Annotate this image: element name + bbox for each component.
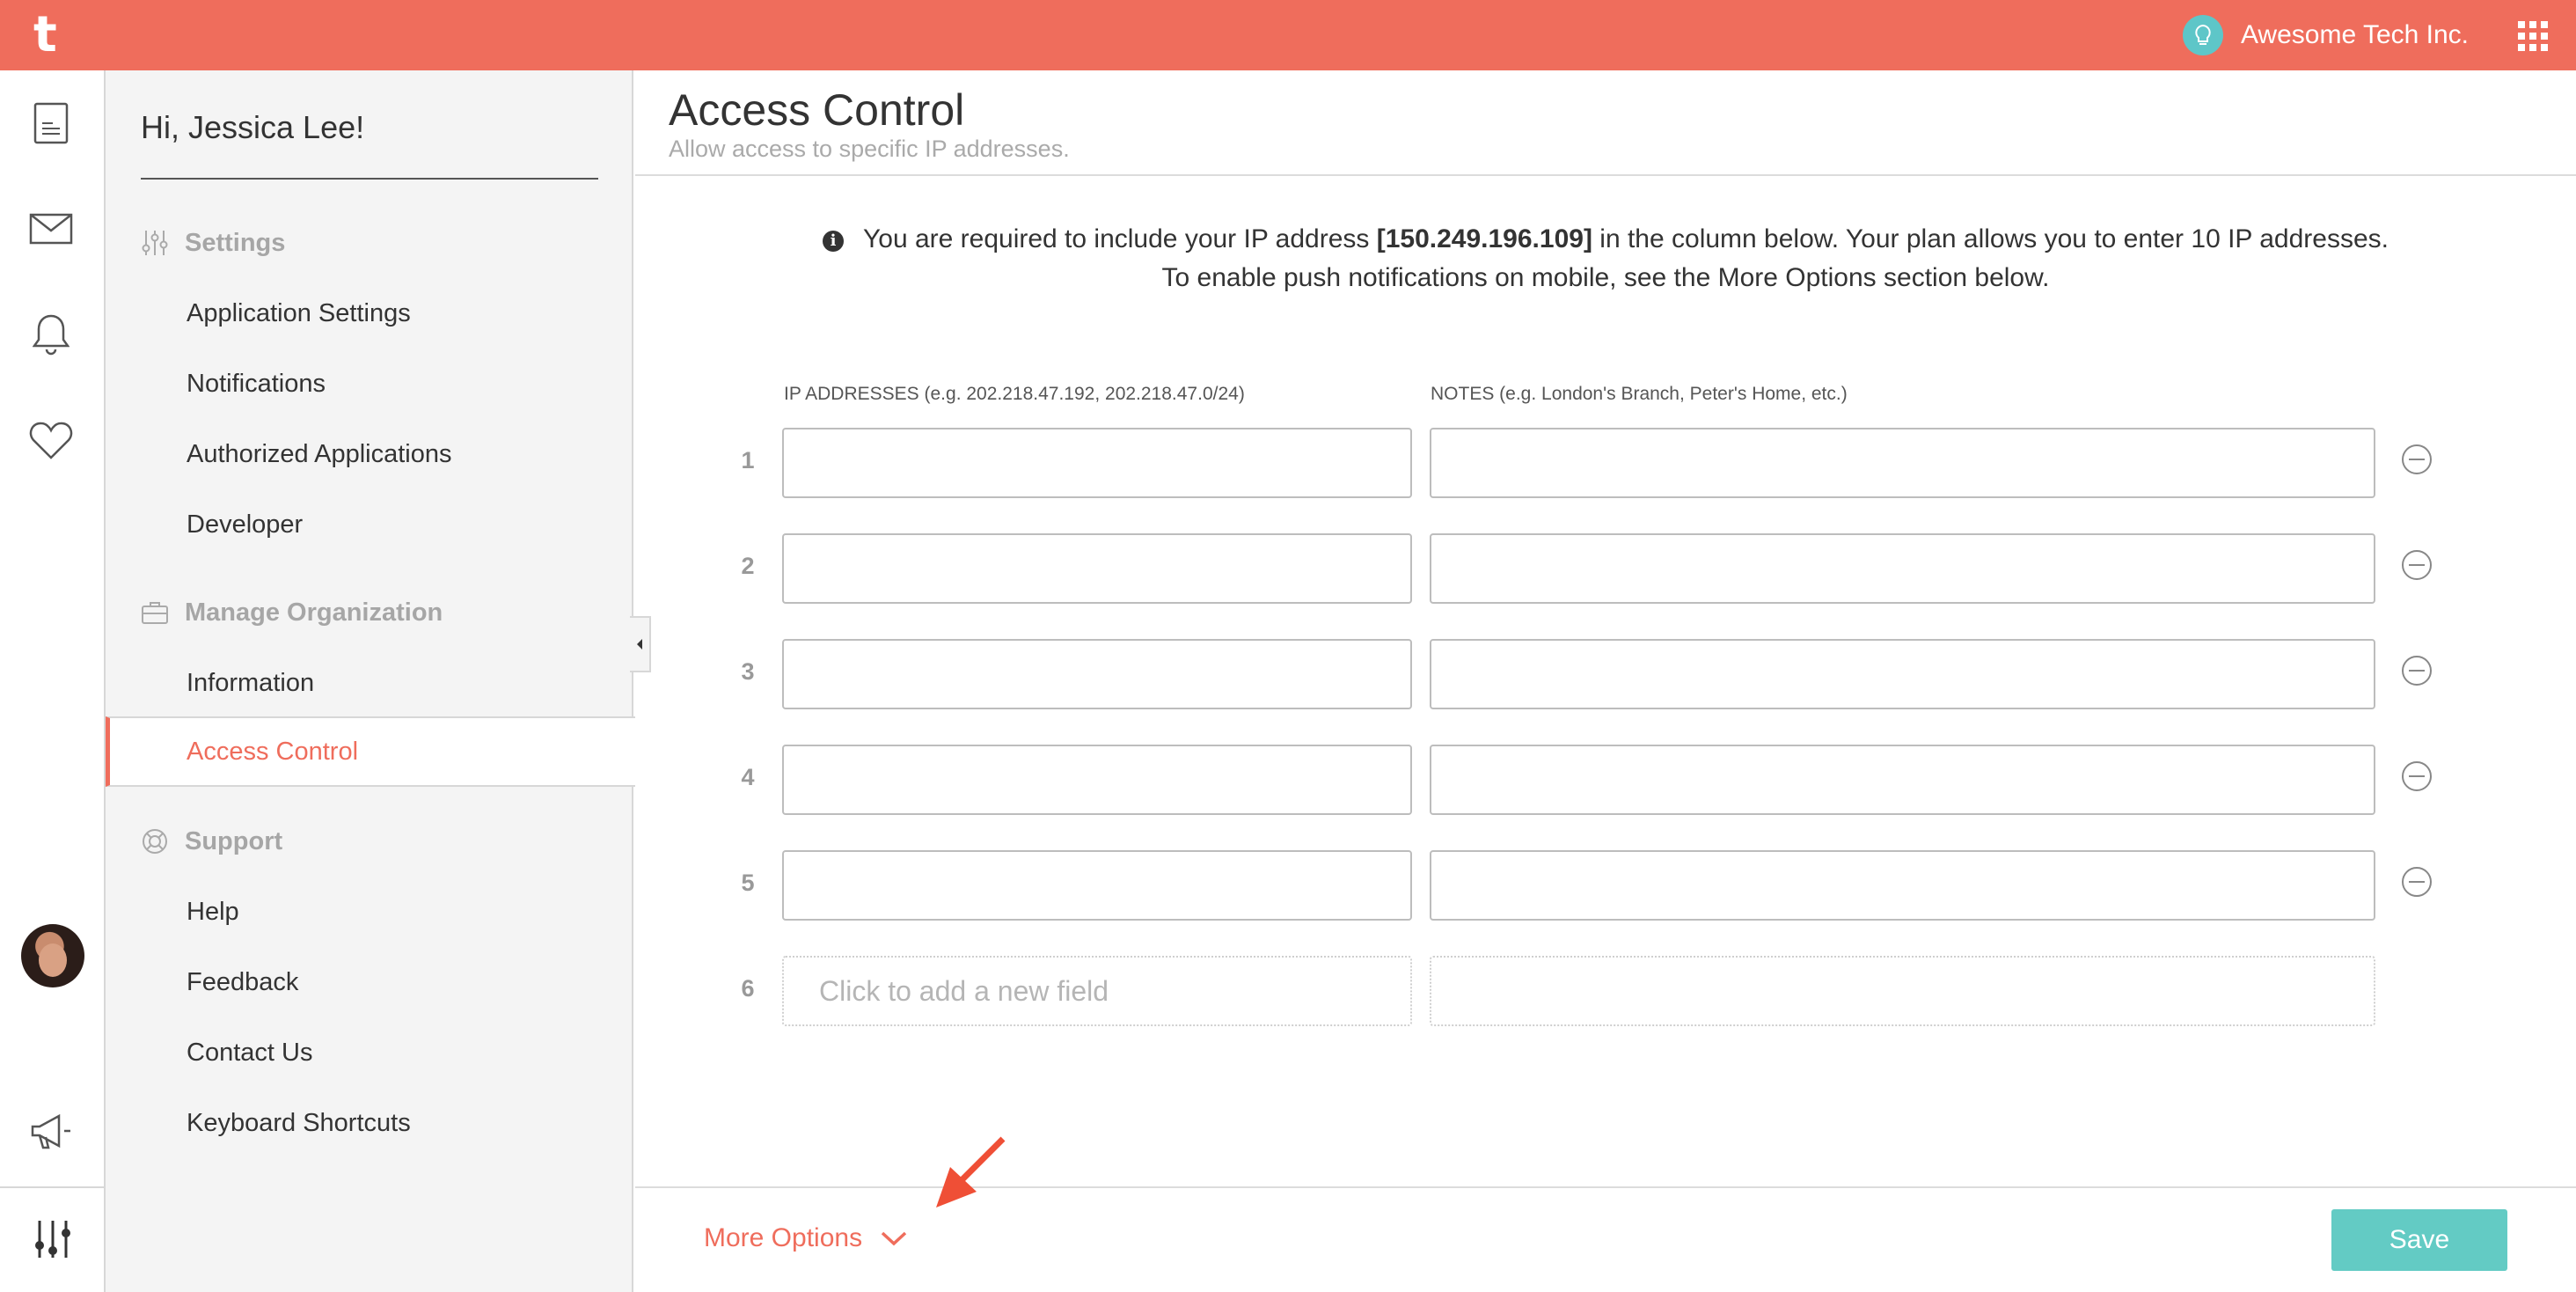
info-message: i You are required to include your IP add… — [635, 220, 2576, 297]
annotation-arrow-icon — [936, 1136, 1006, 1208]
sliders-icon — [142, 231, 168, 255]
ip-column-label: IP ADDRESSES (e.g. 202.218.47.192, 202.2… — [784, 384, 1245, 404]
sidebar-item-access-control[interactable]: Access Control — [106, 716, 635, 787]
divider — [141, 178, 598, 180]
note-field[interactable] — [1430, 533, 2375, 604]
more-options-toggle[interactable]: More Options — [704, 1223, 908, 1253]
chevron-down-icon — [881, 1231, 907, 1246]
sidebar-item-keyboard-shortcuts[interactable]: Keyboard Shortcuts — [106, 1088, 633, 1158]
avatar[interactable] — [21, 924, 84, 987]
page-subtitle: Allow access to specific IP addresses. — [669, 136, 1070, 162]
row-number: 3 — [741, 658, 755, 685]
row-number: 6 — [741, 975, 755, 1002]
sidebar-item-application-settings[interactable]: Application Settings — [106, 278, 633, 349]
heart-icon[interactable] — [26, 415, 76, 465]
sidebar-collapse-toggle[interactable] — [630, 616, 651, 672]
add-field-note-placeholder[interactable] — [1430, 956, 2375, 1026]
document-icon[interactable] — [26, 99, 76, 148]
briefcase-icon — [142, 602, 168, 624]
lifebuoy-icon — [143, 829, 167, 854]
remove-row-icon[interactable] — [2402, 761, 2432, 791]
footer-bar: More Options Save — [635, 1186, 2576, 1292]
note-field[interactable] — [1430, 850, 2375, 921]
remove-row-icon[interactable] — [2402, 867, 2432, 897]
ip-field[interactable] — [782, 639, 1412, 709]
bell-icon[interactable] — [26, 310, 76, 359]
sliders-icon[interactable] — [28, 1215, 77, 1264]
ip-field[interactable] — [782, 745, 1412, 815]
ip-field[interactable] — [782, 533, 1412, 604]
remove-row-icon[interactable] — [2402, 656, 2432, 686]
row-number: 5 — [741, 870, 755, 896]
sidebar-item-information[interactable]: Information — [106, 648, 633, 718]
settings-sidebar: Hi, Jessica Lee! Settings Application Se… — [106, 70, 635, 1292]
top-bar: t Awesome Tech Inc. — [0, 0, 2576, 70]
info-text: in the column below. Your plan allows yo… — [1599, 224, 2389, 253]
ip-field[interactable] — [782, 850, 1412, 921]
org-switcher[interactable]: Awesome Tech Inc. — [2182, 15, 2469, 55]
current-ip: [150.249.196.109] — [1376, 224, 1592, 253]
section-title: Support — [185, 826, 283, 855]
save-button[interactable]: Save — [2331, 1209, 2507, 1271]
add-field-button[interactable]: Click to add a new field — [782, 956, 1412, 1026]
section-settings: Settings — [141, 225, 285, 261]
megaphone-icon[interactable] — [26, 1107, 76, 1156]
sidebar-item-notifications[interactable]: Notifications — [106, 349, 633, 419]
info-text: To enable push notifications on mobile, … — [1161, 263, 2050, 292]
sidebar-item-feedback[interactable]: Feedback — [106, 947, 633, 1017]
org-name: Awesome Tech Inc. — [2240, 20, 2469, 49]
page-title: Access Control — [669, 85, 965, 135]
row-number: 4 — [741, 764, 755, 790]
sidebar-item-authorized-applications[interactable]: Authorized Applications — [106, 419, 633, 489]
sidebar-item-contact-us[interactable]: Contact Us — [106, 1017, 633, 1088]
notes-column-label: NOTES (e.g. London's Branch, Peter's Hom… — [1431, 384, 1848, 404]
section-title: Manage Organization — [185, 598, 443, 627]
ip-field[interactable] — [782, 428, 1412, 498]
app-logo[interactable]: t — [33, 11, 69, 60]
sidebar-item-help[interactable]: Help — [106, 877, 633, 947]
mail-icon[interactable] — [26, 204, 76, 253]
apps-grid-icon[interactable] — [2518, 21, 2548, 51]
section-manage-organization: Manage Organization — [141, 595, 443, 630]
caret-left-icon — [637, 639, 642, 650]
add-field-placeholder: Click to add a new field — [819, 974, 1109, 1007]
section-title: Settings — [185, 228, 286, 257]
note-field[interactable] — [1430, 639, 2375, 709]
row-number: 1 — [741, 447, 755, 473]
greeting: Hi, Jessica Lee! — [141, 109, 365, 145]
divider — [635, 174, 2576, 176]
section-support: Support — [141, 824, 282, 859]
sidebar-item-developer[interactable]: Developer — [106, 489, 633, 560]
remove-row-icon[interactable] — [2402, 444, 2432, 474]
remove-row-icon[interactable] — [2402, 550, 2432, 580]
more-options-label: More Options — [704, 1223, 863, 1252]
info-icon: i — [823, 231, 844, 252]
note-field[interactable] — [1430, 745, 2375, 815]
row-number: 2 — [741, 553, 755, 579]
info-text: You are required to include your IP addr… — [863, 224, 1370, 253]
lightbulb-icon — [2182, 15, 2223, 55]
note-field[interactable] — [1430, 428, 2375, 498]
